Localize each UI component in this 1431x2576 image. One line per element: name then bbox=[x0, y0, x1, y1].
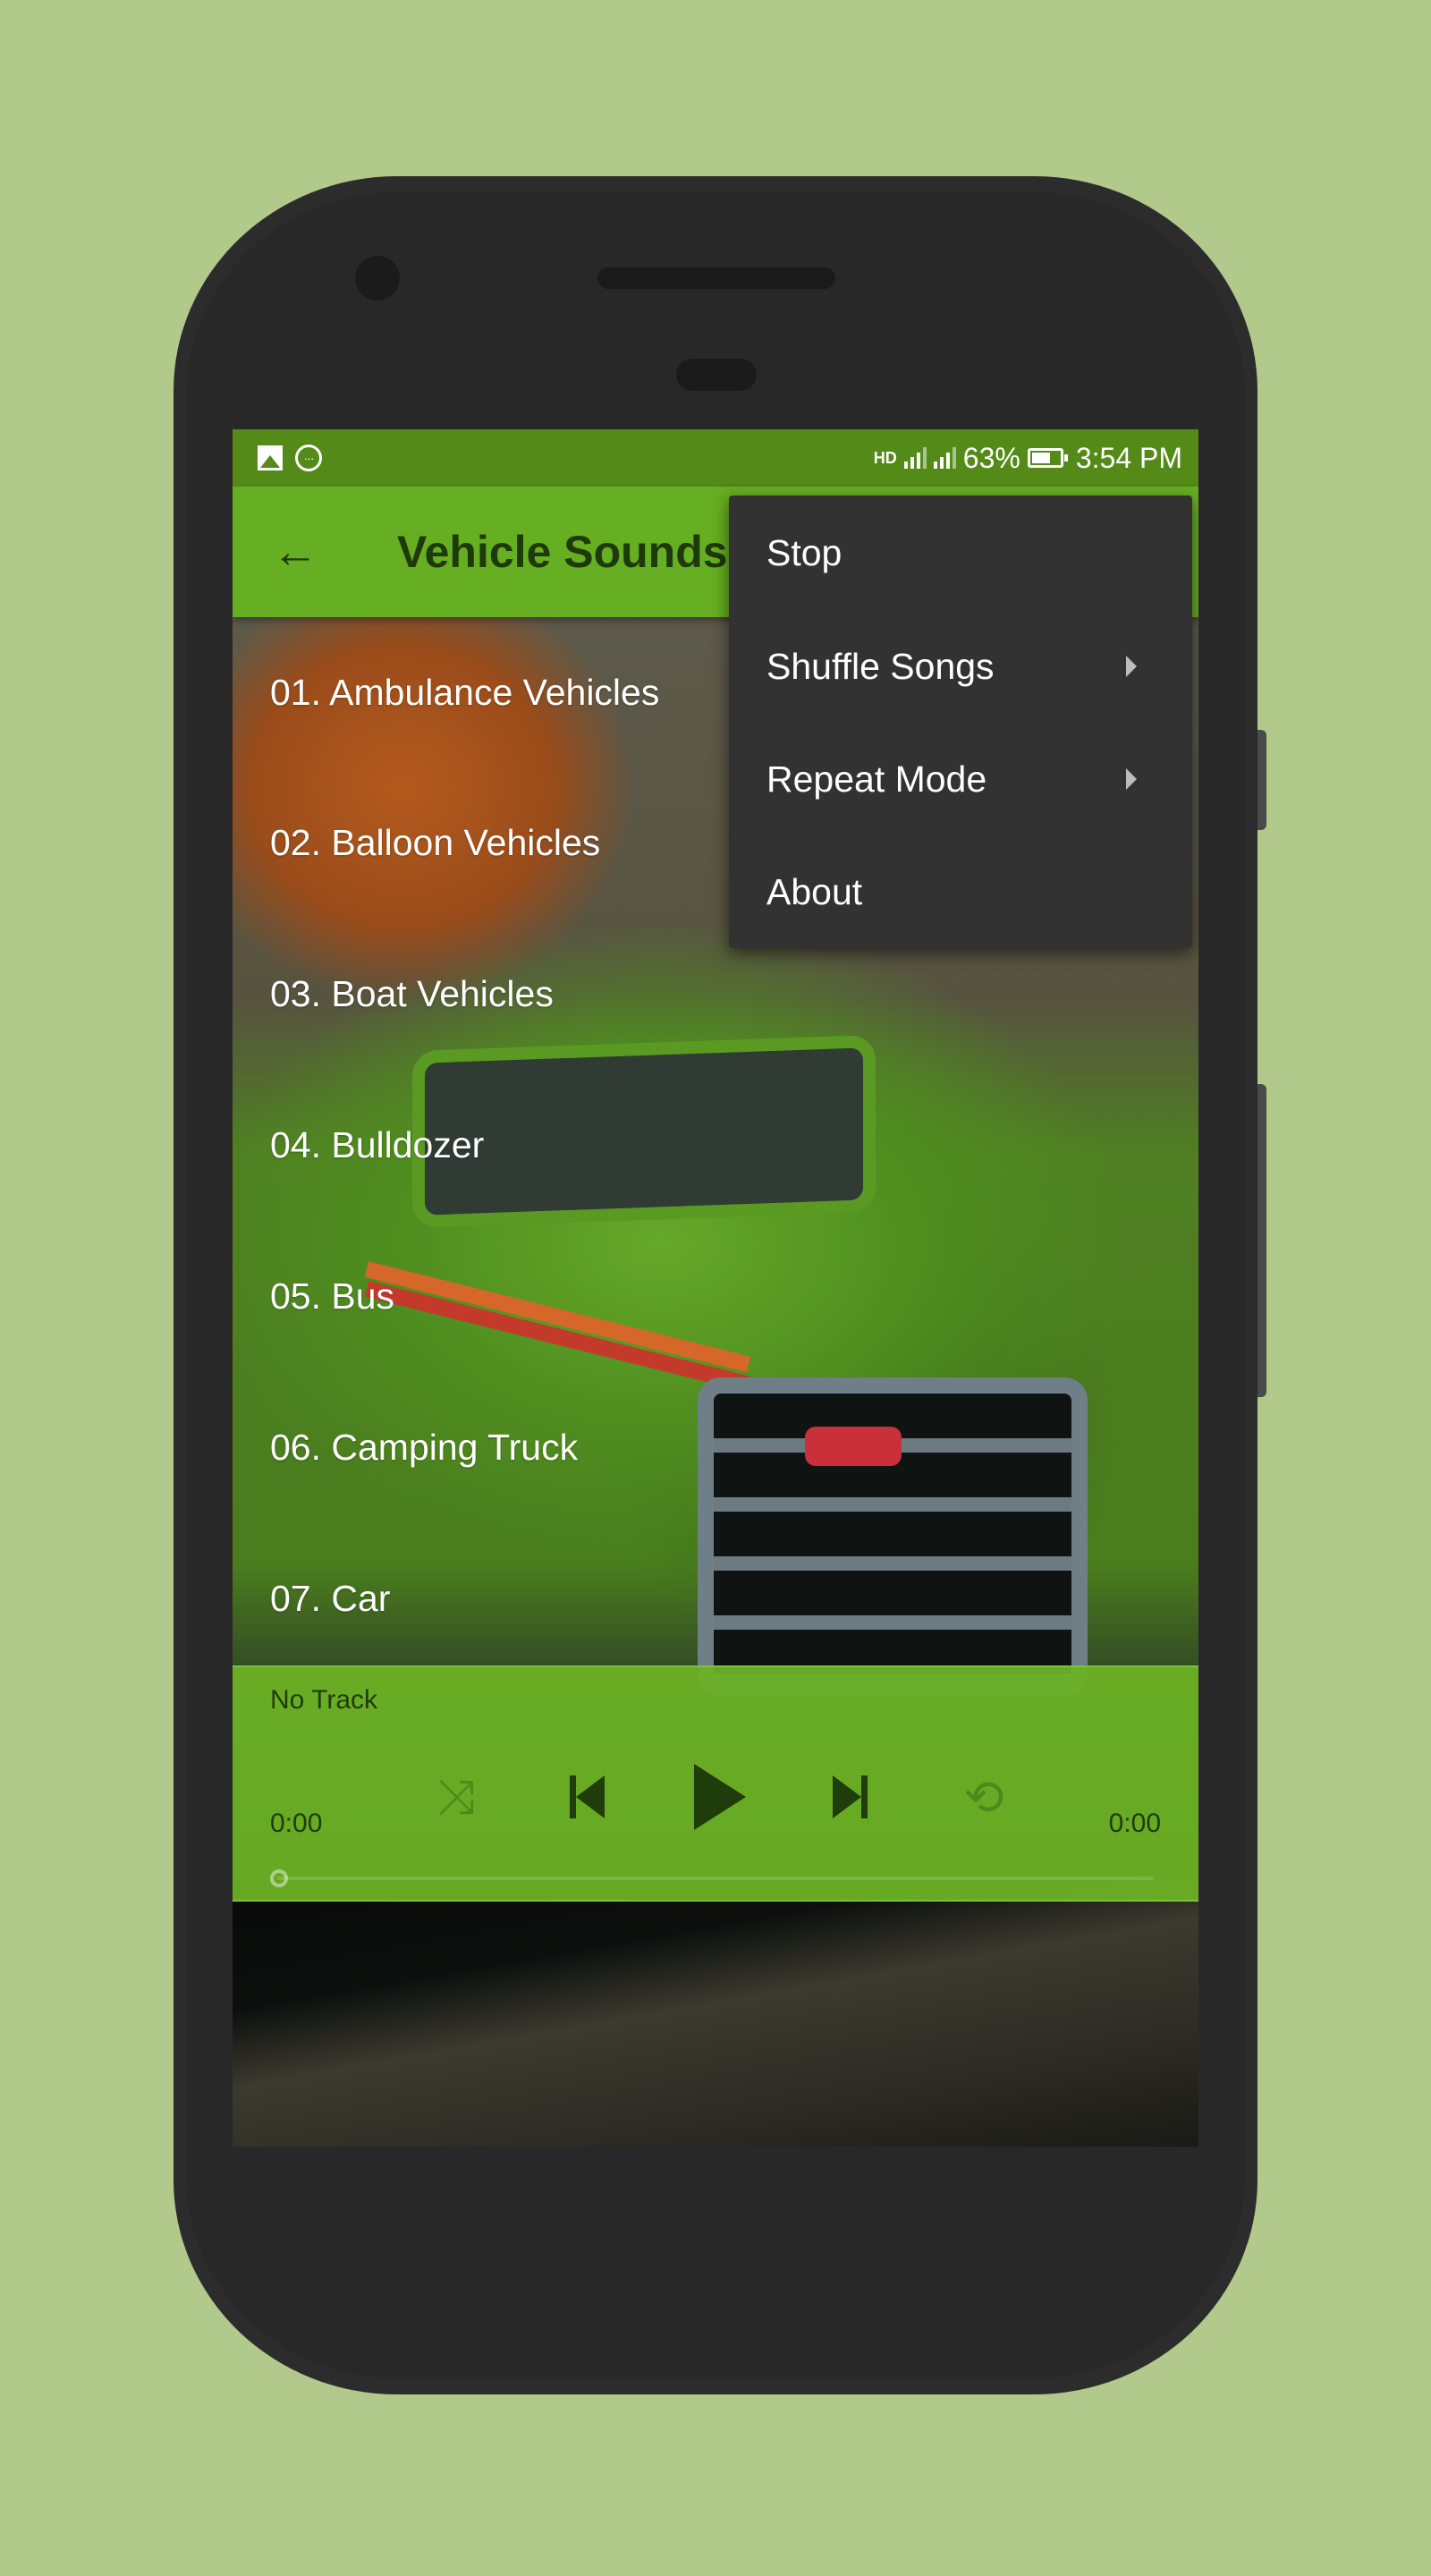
music-player: No Track ⤨ ⟲ 0:00 0:00 bbox=[233, 1665, 1198, 1902]
menu-item-about[interactable]: About bbox=[729, 835, 1192, 948]
gallery-icon bbox=[258, 445, 283, 470]
page-title: Vehicle Sounds bbox=[397, 527, 728, 577]
seek-thumb[interactable] bbox=[270, 1869, 288, 1887]
track-label: 03. Boat Vehicles bbox=[270, 973, 554, 1014]
signal-1-icon bbox=[903, 447, 927, 469]
previous-button[interactable] bbox=[542, 1752, 631, 1842]
submenu-arrow-icon bbox=[1126, 768, 1137, 790]
arrow-left-icon: ← bbox=[272, 526, 318, 578]
skip-next-icon bbox=[832, 1775, 868, 1818]
next-button[interactable] bbox=[805, 1752, 894, 1842]
track-item[interactable]: 05. Bus bbox=[233, 1221, 1198, 1372]
message-icon: ··· bbox=[295, 445, 322, 471]
track-label: 06. Camping Truck bbox=[270, 1427, 579, 1468]
back-button[interactable]: ← bbox=[268, 525, 322, 579]
current-time: 0:00 bbox=[270, 1809, 323, 1838]
menu-item-label: Stop bbox=[766, 531, 843, 573]
menu-item-label: Shuffle Songs bbox=[766, 645, 995, 687]
play-button[interactable] bbox=[671, 1752, 760, 1842]
menu-item-label: About bbox=[766, 870, 863, 912]
repeat-icon: ⟲ bbox=[963, 1770, 1004, 1825]
track-item[interactable]: 04. Bulldozer bbox=[233, 1070, 1198, 1221]
repeat-button[interactable]: ⟲ bbox=[939, 1752, 1029, 1842]
power-button[interactable] bbox=[1257, 730, 1266, 830]
hd-voice-icon: HD bbox=[873, 449, 897, 467]
phone-screen: ··· HD 63% 3:54 PM ← Vehicle Sounds 01. … bbox=[233, 429, 1198, 2147]
clock: 3:54 PM bbox=[1075, 441, 1182, 474]
menu-item-label: Repeat Mode bbox=[766, 758, 987, 800]
skip-previous-icon bbox=[569, 1775, 605, 1818]
now-playing-title: No Track bbox=[270, 1685, 378, 1715]
signal-2-icon bbox=[933, 447, 956, 469]
track-label: 05. Bus bbox=[270, 1275, 395, 1317]
menu-item-repeat-mode[interactable]: Repeat Mode bbox=[729, 723, 1192, 835]
volume-button[interactable] bbox=[1257, 1084, 1266, 1397]
track-label: 02. Balloon Vehicles bbox=[270, 822, 601, 863]
seek-bar[interactable] bbox=[270, 1869, 1154, 1887]
track-label: 04. Bulldozer bbox=[270, 1124, 485, 1165]
battery-percent: 63% bbox=[962, 441, 1020, 474]
overflow-menu: Stop Shuffle Songs Repeat Mode About bbox=[729, 496, 1192, 948]
play-icon bbox=[694, 1764, 746, 1830]
submenu-arrow-icon bbox=[1126, 656, 1137, 677]
track-item[interactable]: 06. Camping Truck bbox=[233, 1372, 1198, 1523]
track-item[interactable]: 07. Car bbox=[233, 1523, 1198, 1674]
front-camera bbox=[355, 256, 400, 301]
track-label: 01. Ambulance Vehicles bbox=[270, 671, 660, 713]
shuffle-icon: ⤨ bbox=[436, 1769, 476, 1824]
truck-wheels-ground bbox=[233, 1878, 1198, 2147]
player-controls: ⤨ ⟲ bbox=[233, 1752, 1198, 1842]
earpiece-speaker bbox=[597, 267, 835, 289]
battery-icon bbox=[1027, 448, 1068, 468]
status-bar: ··· HD 63% 3:54 PM bbox=[233, 429, 1198, 487]
menu-item-stop[interactable]: Stop bbox=[729, 496, 1192, 610]
shuffle-button[interactable]: ⤨ bbox=[411, 1752, 501, 1842]
track-duration: 0:00 bbox=[1108, 1809, 1161, 1838]
proximity-sensor bbox=[676, 359, 757, 391]
menu-item-shuffle-songs[interactable]: Shuffle Songs bbox=[729, 610, 1192, 723]
track-label: 07. Car bbox=[270, 1578, 391, 1619]
